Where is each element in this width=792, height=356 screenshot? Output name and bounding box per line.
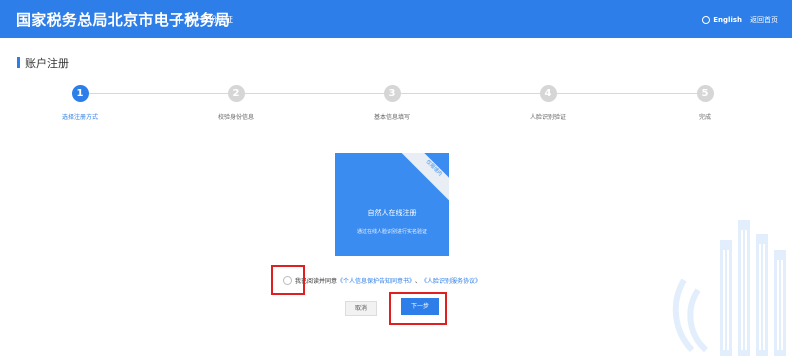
section-title: 账户注册 — [25, 57, 69, 70]
radio-highlight-box — [271, 265, 305, 295]
site-subtitle: 统一身份认证 — [185, 15, 233, 24]
corner-ribbon: 仅限境内 — [393, 153, 449, 209]
step-4: 4 人脸识别验证 — [493, 80, 603, 121]
section-marker — [17, 57, 20, 68]
step-number: 3 — [383, 85, 401, 102]
registration-page: 国家税务总局北京市电子税务局 统一身份认证 English 返回首页 账户注册 … — [0, 0, 792, 356]
step-label: 选择注册方式 — [61, 114, 98, 121]
step-label: 人脸识别验证 — [529, 114, 566, 121]
step-label: 基本信息填写 — [373, 114, 410, 121]
step-5: 5 完成 — [650, 80, 760, 121]
step-number: 4 — [539, 85, 557, 102]
step-2: 2 校验身份信息 — [181, 80, 291, 121]
ribbon-text: 仅限境内 — [424, 158, 444, 178]
step-1: 1 选择注册方式 — [25, 80, 135, 121]
language-label: English — [713, 16, 742, 24]
tax-emblem-watermark-icon — [672, 220, 786, 356]
step-label: 完成 — [698, 114, 711, 121]
progress-steps: 1 选择注册方式 2 校验身份信息 3 基本信息填写 4 人脸识别验证 5 完成 — [0, 80, 792, 125]
card-description: 通过在线人脸识别进行实名验证 — [356, 229, 427, 235]
privacy-notice-link[interactable]: 《个人信息保护告知同意书》 — [337, 276, 415, 285]
agreement-row: 我已阅读并同意 《个人信息保护告知同意书》 、 《人脸识别服务协议》 — [283, 274, 481, 286]
globe-icon — [702, 16, 711, 24]
next-button-highlight-box — [389, 292, 447, 325]
step-number: 2 — [227, 85, 245, 102]
home-link[interactable]: 返回首页 — [750, 15, 778, 25]
step-3: 3 基本信息填写 — [337, 80, 447, 121]
step-number: 1 — [71, 85, 89, 102]
language-switch[interactable]: English — [702, 16, 742, 24]
top-header: 国家税务总局北京市电子税务局 统一身份认证 English 返回首页 — [0, 0, 792, 38]
cancel-button[interactable]: 取消 — [345, 301, 377, 316]
step-number: 5 — [696, 85, 714, 102]
title-divider — [179, 14, 180, 24]
user-icon — [47, 172, 67, 196]
natural-person-registration-card[interactable]: 仅限境内 自然人在线注册 通过在线人脸识别进行实名验证 — [335, 153, 449, 256]
step-label: 校验身份信息 — [217, 114, 254, 121]
card-title: 自然人在线注册 — [367, 209, 417, 217]
header-links: English 返回首页 — [702, 15, 778, 25]
face-recognition-agreement-link[interactable]: 《人脸识别服务协议》 — [421, 276, 481, 285]
